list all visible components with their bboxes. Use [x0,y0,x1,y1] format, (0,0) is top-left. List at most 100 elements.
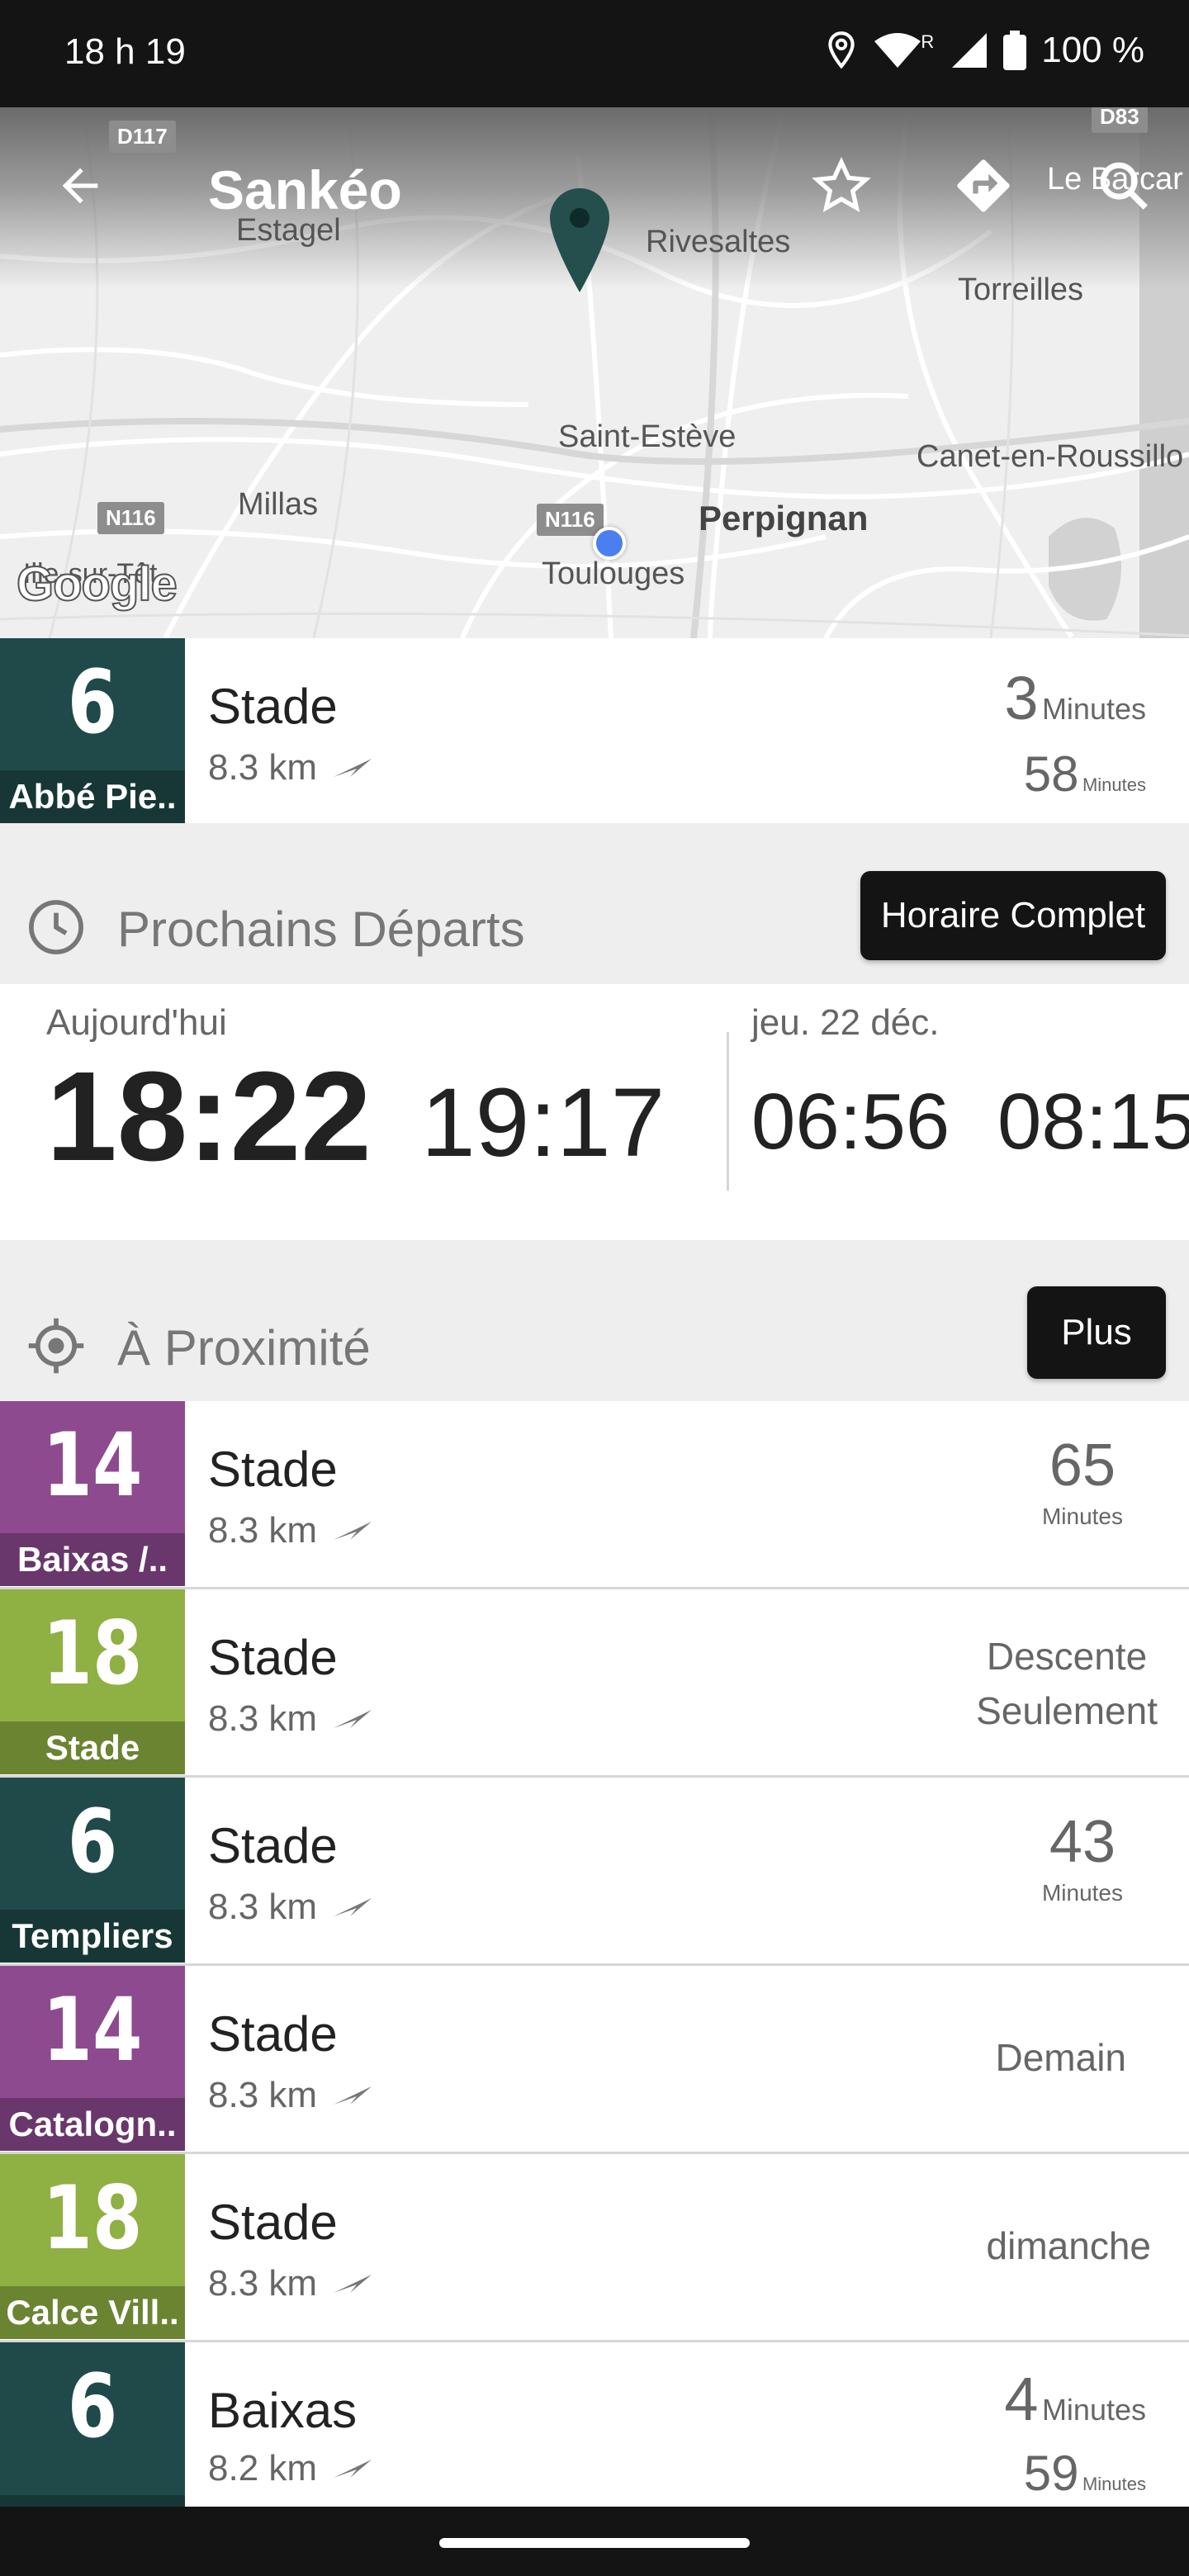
distance-text: 8.3 km [208,1510,318,1551]
route-number: 6 [67,651,118,753]
search-icon [1100,162,1148,210]
map-label-millas: Millas [238,487,319,522]
route-destination: Catalogn.. [0,2098,185,2151]
status-bar: 18 h 19 R 100 % [0,0,1189,107]
eta-second-value: 59 [1023,2446,1079,2501]
direction-arrow-icon [334,1522,372,1540]
eta-second-value: 58 [1023,746,1079,802]
route-number: 18 [42,2167,143,2269]
departure-time[interactable]: 08:15 [997,1077,1189,1167]
road-badge-n116: N116 [97,502,164,534]
nearby-row[interactable]: 14 Baixas /.. Stade 8.3 km 65 Minutes [0,1401,1189,1589]
eta: dimanche [987,2218,1151,2273]
stop-distance: 8.3 km [208,747,373,788]
distance-text: 8.3 km [208,2263,318,2304]
departure-time[interactable]: 19:17 [421,1067,665,1179]
stop-distance: 8.3 km [208,1698,373,1740]
route-number: 14 [42,1979,143,2081]
route-destination: Templiers [0,1910,185,1963]
direction-arrow-icon [334,759,372,777]
eta-value: 65 [1049,1432,1116,1499]
nearby-row[interactable]: 6 Abbé Pie.. Baixas 8.2 km 4 Minutes 59 … [0,2342,1189,2507]
route-destination: Abbé Pie.. [0,2495,185,2507]
direction-arrow-icon [334,1710,372,1728]
more-button[interactable]: Plus [1027,1286,1166,1379]
wifi-icon [874,33,921,68]
distance-text: 8.3 km [208,1698,318,1739]
map-label-perpignan: Perpignan [699,499,869,537]
eta-second: 58 Minutes [1024,746,1146,803]
route-badge: 18 Stade [0,1589,185,1774]
eta: Descente Seulement [976,1629,1158,1738]
arrow-left-icon [62,168,98,204]
eta-status-line1: Descente [986,1635,1148,1678]
distance-text: 8.3 km [208,2075,318,2115]
directions-button[interactable] [946,149,1021,223]
clock-icon [29,900,83,954]
battery-icon [1003,31,1027,70]
eta-second: 59 Minutes [1024,2445,1146,2502]
eta: 65 Minutes [1042,1434,1123,1530]
navigation-bar [0,2507,1189,2576]
stop-distance: 8.2 km [208,2448,373,2489]
route-badge: 18 Calce Vill.. [0,2154,185,2339]
selected-route-row[interactable]: 6 Abbé Pie.. Stade 8.3 km 3 Minutes 58 M… [0,638,1189,823]
stop-name: Stade [208,1442,338,1497]
eta: Demain [995,2030,1126,2085]
search-button[interactable] [1087,149,1161,223]
route-destination: Stade [0,1721,185,1774]
departures-panel: Aujourd'hui 18:22 19:17 jeu. 22 déc. 06:… [0,984,1189,1240]
eta-first: 4 Minutes [1004,2364,1146,2434]
back-button[interactable] [43,149,117,223]
stop-name: Baixas [208,2383,358,2438]
user-location-dot [593,527,626,560]
next-departures-header: Prochains Départs Horaire Complet [0,823,1189,984]
route-number: 6 [67,2356,118,2457]
home-gesture-handle[interactable] [439,2538,750,2548]
full-schedule-button[interactable]: Horaire Complet [860,871,1166,960]
route-number: 18 [42,1603,143,1704]
departure-time-next[interactable]: 18:22 [46,1044,372,1190]
map-view[interactable]: Estagel Rivesaltes Torreilles Saint-Estè… [0,107,1189,638]
next-departures-title: Prochains Départs [117,902,525,957]
nearby-row[interactable]: 14 Catalogn.. Stade 8.3 km Demain [0,1966,1189,2154]
nearby-row[interactable]: 6 Templiers Stade 8.3 km 43 Minutes [0,1778,1189,1966]
departure-time[interactable]: 06:56 [751,1077,950,1167]
route-badge: 6 Abbé Pie.. [0,638,185,823]
map-label-torreilles: Torreilles [958,272,1084,307]
route-badge: 6 Templiers [0,1778,185,1963]
location-icon [828,31,855,69]
stop-name: Stade [208,679,338,734]
stop-name: Stade [208,1818,338,1873]
battery-level: 100 % [1041,30,1144,70]
route-destination: Calce Vill.. [0,2286,185,2339]
favorite-button[interactable] [804,149,879,223]
stop-name: Stade [208,1630,338,1685]
signal-icon [952,33,988,68]
today-label: Aujourd'hui [46,1002,227,1043]
nearby-title: À Proximité [117,1320,371,1376]
distance-text: 8.3 km [208,1887,318,1927]
route-destination: Abbé Pie.. [0,770,185,823]
departures-divider [727,1032,729,1191]
stop-distance: 8.3 km [208,2075,373,2116]
eta-first-unit: Minutes [1041,2393,1146,2427]
map-label-toulouges: Toulouges [542,556,685,591]
map-label-canet: Canet-en-Roussillo [917,439,1184,474]
map-label-rivesaltes: Rivesaltes [646,225,791,259]
road-badge-d117: D117 [109,121,176,153]
nearby-row[interactable]: 18 Calce Vill.. Stade 8.3 km dimanche [0,2154,1189,2342]
eta: 43 Minutes [1042,1811,1123,1906]
direction-arrow-icon [334,2086,372,2105]
nearby-row[interactable]: 18 Stade Stade 8.3 km Descente Seulement [0,1589,1189,1778]
road-badge-d83: D83 [1092,107,1148,133]
stop-name: Stade [208,2006,338,2062]
stop-distance: 8.3 km [208,2263,373,2304]
direction-arrow-icon [334,2275,372,2293]
map-pin-icon[interactable] [548,187,611,294]
eta-first-value: 3 [1004,664,1039,732]
status-time: 18 h 19 [64,31,186,72]
my-location-icon [28,1318,84,1374]
stop-name: Stade [208,2195,338,2250]
eta-first-unit: Minutes [1041,692,1146,726]
